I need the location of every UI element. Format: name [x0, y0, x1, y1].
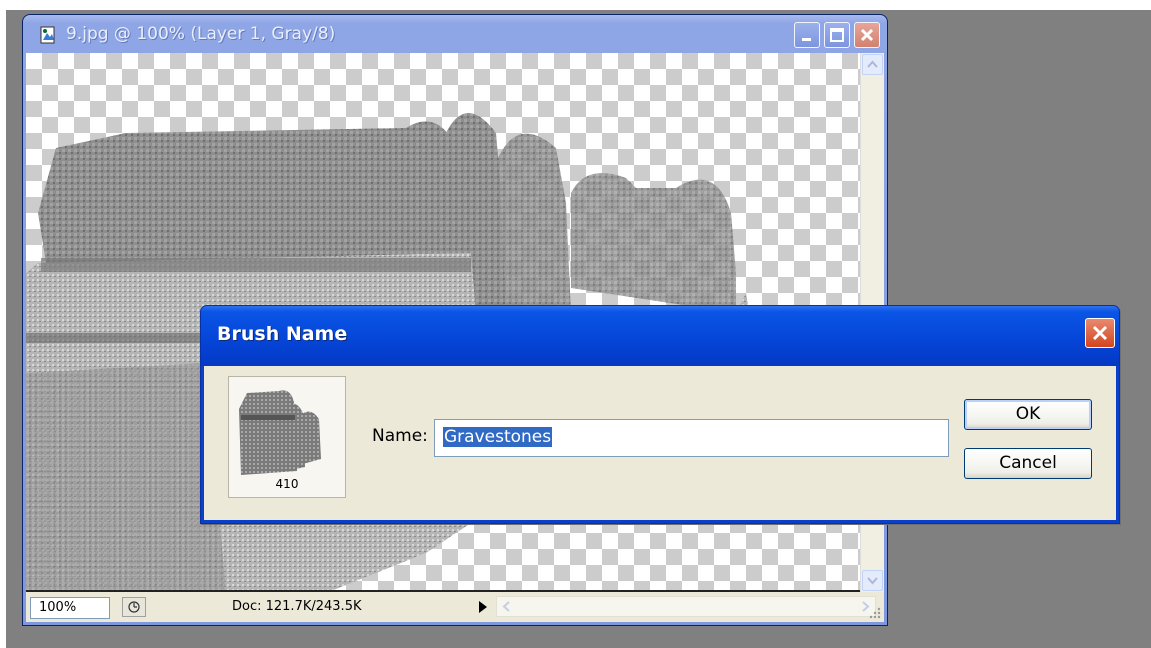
chevron-up-icon — [867, 60, 878, 68]
document-titlebar[interactable]: 9.jpg @ 100% (Layer 1, Gray/8) — [26, 15, 884, 53]
close-icon — [1092, 325, 1108, 341]
horizontal-scrollbar[interactable] — [496, 596, 876, 617]
brush-preview: 410 — [228, 376, 346, 498]
chevron-left-icon[interactable] — [497, 597, 517, 616]
maximize-icon — [830, 28, 844, 42]
photoshop-doc-icon — [40, 26, 55, 44]
dialog-titlebar[interactable]: Brush Name — [201, 306, 1119, 366]
close-icon — [860, 28, 874, 42]
name-label: Name: — [372, 426, 428, 446]
chevron-down-icon — [867, 577, 878, 585]
dialog-body: 410 Name: Gravestones OK Cancel — [204, 366, 1116, 520]
status-arrow-icon[interactable] — [474, 598, 492, 616]
maximize-button[interactable] — [824, 22, 850, 48]
brush-name-dialog: Brush Name 410 Name: Gravestones OK Canc… — [200, 305, 1120, 524]
ok-button[interactable]: OK — [964, 399, 1092, 430]
dialog-title: Brush Name — [217, 323, 348, 345]
cancel-button[interactable]: Cancel — [964, 448, 1092, 479]
scroll-down-button[interactable] — [862, 570, 883, 591]
status-menu-icon[interactable] — [122, 597, 146, 617]
brush-name-value: Gravestones — [443, 427, 553, 447]
brush-diameter: 410 — [275, 477, 299, 491]
status-bar: 100% Doc: 121.7K/243.5K — [26, 592, 884, 622]
brush-thumbnail — [239, 390, 321, 475]
close-button[interactable] — [854, 22, 880, 48]
document-title: 9.jpg @ 100% (Layer 1, Gray/8) — [66, 24, 336, 44]
document-size-info: Doc: 121.7K/243.5K — [232, 599, 362, 614]
dialog-close-button[interactable] — [1085, 318, 1115, 348]
minimize-icon — [802, 38, 811, 41]
minimize-button[interactable] — [794, 22, 820, 48]
resize-grip-icon[interactable] — [866, 604, 882, 620]
scroll-up-button[interactable] — [862, 54, 883, 75]
brush-name-input[interactable]: Gravestones — [434, 419, 949, 457]
zoom-field[interactable]: 100% — [30, 597, 110, 619]
